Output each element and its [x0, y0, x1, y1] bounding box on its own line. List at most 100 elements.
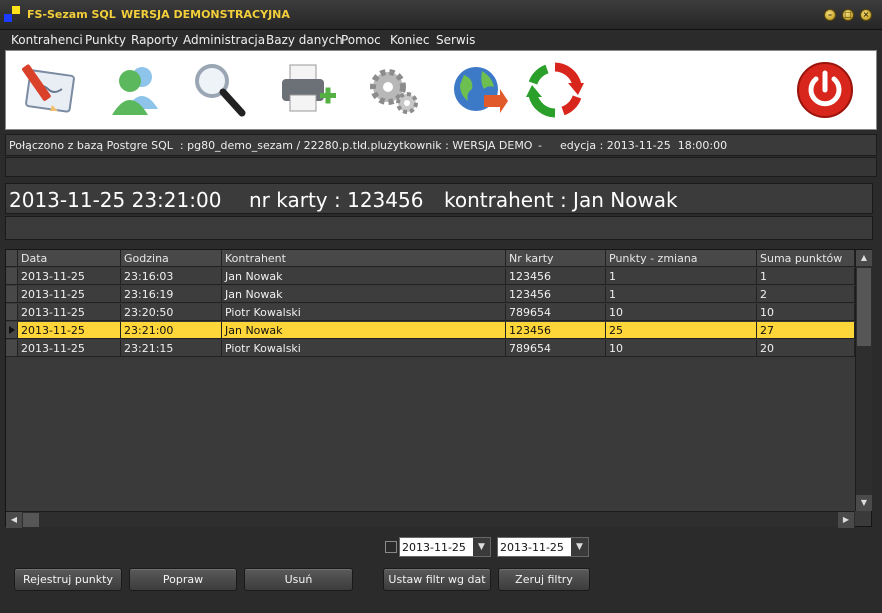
row-indicator[interactable]	[6, 268, 18, 285]
scroll-down-icon[interactable]: ▼	[856, 495, 872, 511]
menu-koniec[interactable]: Koniec	[390, 33, 430, 47]
register-points-button[interactable]: Rejestruj punkty	[14, 568, 122, 591]
table-cell[interactable]: 2013-11-25	[18, 286, 121, 303]
table-cell[interactable]: 25	[606, 322, 757, 339]
vertical-scroll-thumb[interactable]	[857, 268, 871, 346]
app-logo-icon	[4, 6, 20, 22]
users-icon[interactable]	[104, 59, 166, 121]
table-cell[interactable]: 123456	[506, 322, 606, 339]
table-cell[interactable]: 1	[757, 268, 855, 285]
table-cell[interactable]: Piotr Kowalski	[222, 304, 506, 321]
table-cell[interactable]: 2013-11-25	[18, 304, 121, 321]
document-pen-icon[interactable]	[18, 59, 80, 121]
column-header-punkty-zmiana[interactable]: Punkty - zmiana	[606, 250, 757, 267]
current-card-number: nr karty : 123456	[249, 188, 424, 212]
magnifier-icon[interactable]	[188, 59, 250, 121]
table-cell[interactable]: 123456	[506, 286, 606, 303]
table-cell[interactable]: 23:21:00	[121, 322, 222, 339]
date-from-picker[interactable]: 2013-11-25 ▼	[399, 537, 491, 557]
table-cell[interactable]: 27	[757, 322, 855, 339]
menu-administracja[interactable]: Administracja	[183, 33, 265, 47]
menu-punkty[interactable]: Punkty	[85, 33, 126, 47]
scroll-right-icon[interactable]: ▶	[838, 512, 854, 528]
table-cell[interactable]: 20	[757, 340, 855, 357]
points-grid: Data Godzina Kontrahent Nr karty Punkty …	[5, 249, 872, 528]
status-separator: -	[538, 139, 542, 152]
table-cell[interactable]: 2	[757, 286, 855, 303]
date-from-value: 2013-11-25	[402, 541, 466, 554]
minimize-icon[interactable]: –	[824, 9, 836, 21]
current-datetime: 2013-11-25 23:21:00	[9, 188, 222, 212]
table-cell[interactable]: 1	[606, 268, 757, 285]
close-icon[interactable]: ×	[860, 9, 872, 21]
table-cell[interactable]: 123456	[506, 268, 606, 285]
toolbar	[5, 50, 877, 130]
scroll-left-icon[interactable]: ◀	[6, 512, 22, 528]
menu-serwis[interactable]: Serwis	[436, 33, 475, 47]
row-indicator[interactable]	[6, 322, 18, 339]
vertical-scrollbar[interactable]: ▲ ▼	[855, 250, 872, 511]
menu-kontrahenci[interactable]: Kontrahenci	[11, 33, 83, 47]
menu-bazy-danych[interactable]: Bazy danych	[266, 33, 343, 47]
date-to-picker[interactable]: 2013-11-25 ▼	[497, 537, 589, 557]
user-text: użytkownik : WERSJA DEMO	[380, 139, 533, 152]
refresh-icon[interactable]	[524, 59, 586, 121]
divider-strip	[5, 157, 877, 177]
column-header-nr-karty[interactable]: Nr karty	[506, 250, 606, 267]
table-cell[interactable]: 2013-11-25	[18, 268, 121, 285]
gears-icon[interactable]	[362, 59, 424, 121]
delete-button[interactable]: Usuń	[244, 568, 353, 591]
date-to-value: 2013-11-25	[500, 541, 564, 554]
maximize-icon[interactable]: □	[842, 9, 854, 21]
app-subtitle: WERSJA DEMONSTRACYJNA	[121, 8, 290, 21]
power-icon[interactable]	[794, 59, 856, 121]
column-header-data[interactable]: Data	[18, 250, 121, 267]
table-cell[interactable]: 789654	[506, 304, 606, 321]
horizontal-scrollbar[interactable]: ◀ ▶	[6, 511, 855, 528]
table-cell[interactable]: 2013-11-25	[18, 322, 121, 339]
table-cell[interactable]: Jan Nowak	[222, 268, 506, 285]
table-cell[interactable]: 1	[606, 286, 757, 303]
edition-text: edycja : 2013-11-25 18:00:00	[560, 139, 728, 152]
menu-pomoc[interactable]: Pomoc	[341, 33, 381, 47]
set-date-filter-button[interactable]: Ustaw filtr wg dat	[383, 568, 491, 591]
current-contractor: kontrahent : Jan Nowak	[444, 188, 678, 212]
table-cell[interactable]: 23:16:19	[121, 286, 222, 303]
table-cell[interactable]: Jan Nowak	[222, 286, 506, 303]
table-cell[interactable]: Jan Nowak	[222, 322, 506, 339]
table-cell[interactable]: 23:21:15	[121, 340, 222, 357]
title-bar: FS-Sezam SQL WERSJA DEMONSTRACYJNA – □ ×	[0, 0, 882, 30]
table-cell[interactable]: 789654	[506, 340, 606, 357]
edit-button[interactable]: Popraw	[129, 568, 237, 591]
connection-text: Połączono z bazą Postgre SQL : pg80_demo…	[9, 139, 381, 152]
row-indicator[interactable]	[6, 340, 18, 357]
scroll-up-icon[interactable]: ▲	[856, 250, 872, 266]
column-header-godzina[interactable]: Godzina	[121, 250, 222, 267]
grid-corner	[6, 250, 18, 267]
horizontal-scroll-thumb[interactable]	[23, 513, 39, 527]
table-cell[interactable]: 2013-11-25	[18, 340, 121, 357]
table-cell[interactable]: 23:16:03	[121, 268, 222, 285]
chevron-down-icon[interactable]: ▼	[571, 538, 588, 556]
menu-raporty[interactable]: Raporty	[131, 33, 178, 47]
row-indicator[interactable]	[6, 286, 18, 303]
globe-icon[interactable]	[446, 59, 508, 121]
menu-bar: Kontrahenci Punkty Raporty Administracja…	[5, 30, 877, 50]
table-cell[interactable]: 10	[606, 304, 757, 321]
chevron-down-icon[interactable]: ▼	[473, 538, 490, 556]
table-cell[interactable]: 23:20:50	[121, 304, 222, 321]
printer-add-icon[interactable]	[276, 59, 338, 121]
app-title: FS-Sezam SQL	[27, 8, 116, 21]
status-separator: -	[359, 139, 363, 152]
date-filter-checkbox[interactable]	[385, 541, 397, 553]
table-cell[interactable]: 10	[606, 340, 757, 357]
table-cell[interactable]: Piotr Kowalski	[222, 340, 506, 357]
column-header-kontrahent[interactable]: Kontrahent	[222, 250, 506, 267]
reset-filters-button[interactable]: Zeruj filtry	[498, 568, 590, 591]
table-cell[interactable]: 10	[757, 304, 855, 321]
message-panel	[5, 216, 873, 240]
current-entry-panel: 2013-11-25 23:21:00 nr karty : 123456 ko…	[5, 183, 873, 214]
connection-status-bar: Połączono z bazą Postgre SQL : pg80_demo…	[5, 134, 877, 156]
column-header-suma-punktow[interactable]: Suma punktów	[757, 250, 855, 267]
row-indicator[interactable]	[6, 304, 18, 321]
